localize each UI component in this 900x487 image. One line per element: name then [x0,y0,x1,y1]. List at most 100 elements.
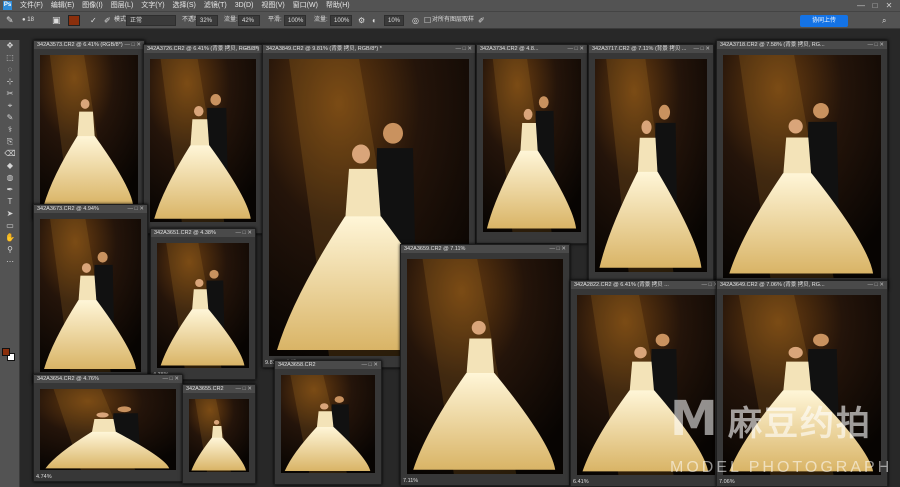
document-tab[interactable]: 342A3673.CR2 @ 4.94% — □ ✕ [34,205,147,213]
document-canvas[interactable] [150,59,256,222]
airbrush-icon[interactable]: ✓ [90,15,97,26]
document-canvas[interactable] [157,243,249,368]
document-tab[interactable]: 342A3849.CR2 @ 9.81% (背景 拷贝, RGB/8*) * — … [263,45,475,53]
document-canvas[interactable] [40,55,138,208]
document-tab[interactable]: 342A3726.CR2 @ 6.41% (背景 拷贝, RGB/8*) — □ … [144,45,262,53]
menu-type[interactable]: 文字(Y) [138,0,167,11]
tool-7-icon[interactable]: ⚕ [0,124,20,136]
document-canvas[interactable] [189,399,249,472]
tool-11-icon[interactable]: ◍ [0,172,20,184]
document-tab[interactable]: 342A3649.CR2 @ 7.06% (背景 拷贝, RG... — □ ✕ [717,281,887,289]
close-icon[interactable]: — □ ✕ [243,45,260,53]
document-tab[interactable]: 342A3651.CR2 @ 4.38% — □ ✕ [151,229,255,237]
document-window[interactable]: 342A2822.CR2 @ 6.41% (背景 拷贝 ... — □ ✕ 6.4… [570,280,722,487]
document-window[interactable]: 342A3717.CR2 @ 7.11% (背景 拷贝 ... — □ ✕ [588,44,714,284]
opacity-input[interactable]: 32% [196,15,218,26]
close-icon[interactable]: — □ ✕ [456,45,473,53]
sample-all-checkbox[interactable]: ☐ [424,15,431,26]
close-icon[interactable]: — □ ✕ [550,245,567,253]
document-tab[interactable]: 342A3717.CR2 @ 7.11% (背景 拷贝 ... — □ ✕ [589,45,713,53]
menu-layer[interactable]: 图层(L) [108,0,137,11]
smooth-input[interactable]: 100% [284,15,306,26]
document-window[interactable]: 342A3651.CR2 @ 4.38%— □ ✕ 4.38% [150,228,256,380]
document-canvas[interactable] [407,259,563,474]
brush-tool-icon[interactable]: ✎ [6,15,14,26]
pressure-icon[interactable]: ✐ [104,15,111,26]
document-tab[interactable]: 342A3655.CR2 — □ ✕ [183,385,255,393]
tool-5-icon[interactable]: ⌖ [0,100,20,112]
tool-15-icon[interactable]: ▭ [0,220,20,232]
tool-2-icon[interactable]: ◌ [0,64,20,76]
smooth2-input[interactable]: 100% [330,15,352,26]
menu-view[interactable]: 视图(V) [258,0,287,11]
document-window[interactable]: 342A3673.CR2 @ 4.94%— □ ✕ 4.94% [33,204,148,384]
minimize-button[interactable]: — [854,0,868,11]
gear-icon[interactable]: ⚙ [358,15,365,26]
document-tab[interactable]: 342A3659.CR2 @ 7.11% — □ ✕ [401,245,569,253]
document-canvas[interactable] [40,389,176,470]
close-icon[interactable]: — □ ✕ [128,205,145,213]
close-icon[interactable]: — □ ✕ [868,281,885,289]
menu-select[interactable]: 选择(S) [170,0,199,11]
tool-12-icon[interactable]: ✒ [0,184,20,196]
flow-input[interactable]: 42% [238,15,260,26]
close-icon[interactable]: — □ ✕ [163,375,180,383]
tool-3-icon[interactable]: ⊹ [0,76,20,88]
document-window[interactable]: 342A3726.CR2 @ 6.41% (背景 拷贝, RGB/8*) — □ … [143,44,263,234]
document-canvas[interactable] [483,59,581,232]
close-icon[interactable]: — □ ✕ [568,45,585,53]
close-icon[interactable]: — □ ✕ [125,41,142,49]
document-canvas[interactable] [595,59,707,272]
menu-edit[interactable]: 编辑(E) [48,0,77,11]
menu-filter[interactable]: 滤镜(T) [201,0,230,11]
menu-file[interactable]: 文件(F) [17,0,46,11]
color-swatch[interactable] [68,15,80,26]
document-canvas[interactable] [40,219,141,372]
document-canvas[interactable] [723,55,881,278]
tool-18-icon[interactable]: ⋯ [0,256,20,268]
angle-input[interactable]: 10% [384,15,404,26]
document-window[interactable]: 342A3649.CR2 @ 7.06% (背景 拷贝, RG... — □ ✕ … [716,280,888,487]
close-icon[interactable]: — □ ✕ [868,41,885,49]
document-window[interactable]: 342A3658.CR2 — □ ✕ [274,360,382,485]
close-icon[interactable]: — □ ✕ [236,229,253,237]
upload-button[interactable]: 协同上传 [800,15,848,27]
search-icon[interactable]: ⌕ [882,15,886,26]
maximize-button[interactable]: □ [868,0,882,11]
tool-16-icon[interactable]: ✋ [0,232,20,244]
document-tab[interactable]: 342A2822.CR2 @ 6.41% (背景 拷贝 ... — □ ✕ [571,281,721,289]
close-button[interactable]: ✕ [882,0,896,11]
tool-4-icon[interactable]: ✂ [0,88,20,100]
tool-1-icon[interactable]: ⬚ [0,52,20,64]
menu-3d[interactable]: 3D(D) [232,0,257,11]
mode-select[interactable]: 正常 [126,15,176,26]
tool-8-icon[interactable]: ⎘ [0,136,20,148]
menu-image[interactable]: 图像(I) [79,0,106,11]
tool-6-icon[interactable]: ✎ [0,112,20,124]
document-window[interactable]: 342A3573.CR2 @ 6.41% (RGB/8*) — □ ✕ [33,40,145,220]
document-tab[interactable]: 342A3573.CR2 @ 6.41% (RGB/8*) — □ ✕ [34,41,144,49]
brush-preset-picker[interactable]: ● 18 [22,15,34,26]
close-icon[interactable]: — □ ✕ [362,361,379,369]
tool-9-icon[interactable]: ⌫ [0,148,20,160]
tool-14-icon[interactable]: ➤ [0,208,20,220]
document-tab[interactable]: 342A3734.CR2 @ 4.8... — □ ✕ [477,45,587,53]
document-window[interactable]: 342A3654.CR2 @ 4.76% — □ ✕ 4.74% [33,374,183,482]
tool-10-icon[interactable]: ◆ [0,160,20,172]
document-canvas[interactable] [723,295,881,475]
menu-window[interactable]: 窗口(W) [290,0,321,11]
close-icon[interactable]: — □ ✕ [694,45,711,53]
document-canvas[interactable] [281,375,375,473]
document-tab[interactable]: 342A3654.CR2 @ 4.76% — □ ✕ [34,375,182,383]
document-window[interactable]: 342A3655.CR2 — □ ✕ [182,384,256,484]
tool-0-icon[interactable]: ✥ [0,40,20,52]
document-window[interactable]: 342A3659.CR2 @ 7.11% — □ ✕ 7.11% [400,244,570,486]
document-tab[interactable]: 342A3658.CR2 — □ ✕ [275,361,381,369]
document-tab[interactable]: 342A3718.CR2 @ 7.58% (背景 拷贝, RG... — □ ✕ [717,41,887,49]
brush-panel-icon[interactable]: ▣ [52,15,61,26]
pressure-size-icon[interactable]: ◎ [412,15,419,26]
document-canvas[interactable] [577,295,715,475]
close-icon[interactable]: — □ ✕ [236,385,253,393]
menu-help[interactable]: 帮助(H) [323,0,353,11]
angle-icon[interactable]: ◐ [372,15,377,26]
